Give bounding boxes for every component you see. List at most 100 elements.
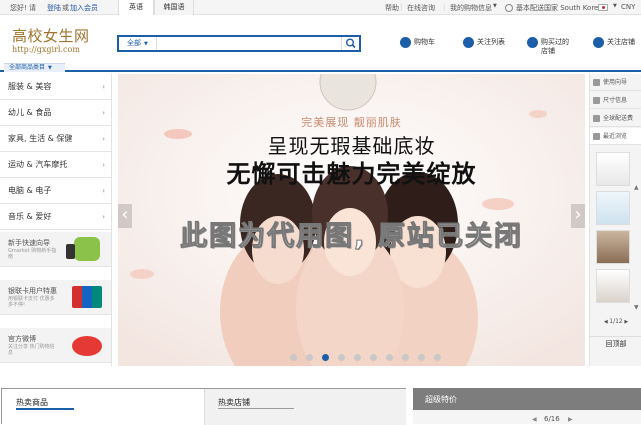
search-button[interactable] <box>341 37 359 50</box>
online-consult-link[interactable]: 在线咨询 <box>407 3 435 13</box>
speaker-icon <box>593 79 600 86</box>
tab-english-label: 英语 <box>129 3 143 11</box>
tab-english[interactable]: 英语 <box>118 0 154 15</box>
carousel-dot[interactable] <box>338 354 345 361</box>
plane-icon <box>593 115 600 122</box>
category-label: 家具, 生活 & 保健 <box>8 134 73 143</box>
or-text: 或 <box>62 4 69 12</box>
join-link[interactable]: 加入会员 <box>70 3 98 13</box>
category-label: 音乐 & 爱好 <box>8 212 52 221</box>
chevron-down-icon: ▼ <box>493 3 497 9</box>
scroll-up-icon[interactable]: ▲ <box>634 184 639 191</box>
promo-weibo[interactable]: 官方微博 关注分享 热门购物信息 <box>0 328 111 363</box>
tab-korean[interactable]: 韩国语 <box>154 0 194 15</box>
usage-guide-label: 使用向导 <box>603 79 628 86</box>
base-country-selector[interactable]: 基本配送国家 South Korea <box>516 3 603 13</box>
chevron-right-icon: › <box>102 161 105 169</box>
currency-selector[interactable]: CNY <box>621 3 635 11</box>
search-category-select[interactable]: 全部 ▼ <box>119 37 157 50</box>
global-shipping-label: 全球配送费 <box>603 115 634 122</box>
top-bar: 您好! 请 登陆 或 加入会员 英语 韩国语 帮助 | 在线咨询 | 我的购物信… <box>0 0 641 15</box>
super-special-pager: 6/16 <box>544 415 560 423</box>
separator: | <box>400 3 403 11</box>
global-shipping-link[interactable]: 全球配送费 <box>590 110 641 127</box>
recent-product-thumb[interactable] <box>596 269 630 303</box>
promo-subtitle: Gmarket 购物新手指南 <box>8 248 57 260</box>
carousel-dot[interactable] <box>418 354 425 361</box>
chevron-right-icon: › <box>102 135 105 143</box>
chevron-right-icon: › <box>102 213 105 221</box>
store-icon <box>527 37 538 48</box>
promo-unionpay[interactable]: 银联卡用户特惠 用银联卡支付 优惠多多不停! <box>0 280 111 315</box>
all-categories-label: 全部商品类目 <box>9 64 46 71</box>
chevron-right-icon: › <box>574 204 582 225</box>
category-item[interactable]: 运动 & 汽车摩托 › <box>0 152 111 178</box>
star-icon <box>593 37 604 48</box>
hot-stores-tab[interactable]: 热卖店铺 <box>218 397 250 408</box>
banner-next-button[interactable]: › <box>571 204 585 228</box>
cart-icon <box>400 37 411 48</box>
search-input[interactable] <box>159 37 339 50</box>
promo-subtitle: 关注分享 热门购物信息 <box>8 344 55 356</box>
carousel-dot[interactable] <box>434 354 441 361</box>
promo-title: 银联卡用户特惠 <box>8 287 57 295</box>
carousel-dot[interactable] <box>306 354 313 361</box>
category-item[interactable]: 电脑 & 电子 › <box>0 178 111 204</box>
chevron-right-icon: › <box>102 187 105 195</box>
scroll-down-icon[interactable]: ▼ <box>634 304 639 311</box>
hot-products-tab[interactable]: 热卖商品 <box>16 397 48 408</box>
my-shopping-link[interactable]: 我的购物信息 <box>450 3 492 13</box>
search-bar: 全部 ▼ <box>117 35 361 52</box>
category-item[interactable]: 服装 & 美容 › <box>0 74 111 100</box>
usage-guide-link[interactable]: 使用向导 <box>590 74 641 91</box>
watchlist-label: 关注列表 <box>477 38 505 46</box>
recent-product-thumb[interactable] <box>596 230 630 264</box>
mascot-icon <box>74 237 100 261</box>
recent-product-thumb[interactable] <box>596 191 630 225</box>
chevron-right-icon[interactable]: ▶ <box>623 319 628 325</box>
banner-prev-button[interactable]: ‹ <box>118 204 132 228</box>
all-categories-button[interactable]: 全部商品类目 ▼ <box>4 63 65 72</box>
promo-title: 官方微博 <box>8 335 36 343</box>
site-logo[interactable]: 高校女生网 http://gxgirl.com <box>12 28 90 55</box>
logo-title: 高校女生网 <box>12 27 90 45</box>
hot-products-underline <box>16 408 74 410</box>
followed-stores-link[interactable]: 关注店铺 <box>593 36 639 56</box>
banner-tagline: 完美展现 靓丽肌肤 <box>301 116 402 129</box>
purchased-stores-link[interactable]: 购买过的店铺 <box>527 36 571 56</box>
carousel-dot[interactable] <box>322 354 329 361</box>
recent-product-thumb[interactable] <box>596 152 630 186</box>
category-item[interactable]: 幼儿 & 食品 › <box>0 100 111 126</box>
recently-viewed-label: 最近浏览 <box>603 133 628 140</box>
category-label: 幼儿 & 食品 <box>8 108 52 117</box>
super-special-next[interactable]: ▶ <box>568 416 573 423</box>
purchased-stores-label: 购买过的店铺 <box>541 38 569 55</box>
pager-text: 1/12 <box>609 318 623 325</box>
category-item[interactable]: 音乐 & 爱好 › <box>0 204 111 230</box>
help-link[interactable]: 帮助 <box>385 3 399 13</box>
back-to-top-button[interactable]: 回顶部 <box>590 336 641 350</box>
search-category-label: 全部 <box>127 39 141 47</box>
hero-banner[interactable]: 完美展现 靓丽肌肤 呈现无瑕基础底妆 无懈可击魅力完美绽放 此图为代用图, 原站… <box>118 74 585 366</box>
weibo-logo-icon <box>72 336 102 356</box>
watchlist-link[interactable]: 关注列表 <box>463 36 513 56</box>
hot-section-panel: 热卖商品 热卖店铺 <box>1 388 406 425</box>
super-special-prev[interactable]: ◀ <box>532 416 537 423</box>
chevron-down-icon: ▼ <box>144 41 148 47</box>
carousel-dot[interactable] <box>386 354 393 361</box>
banner-subheadline: 无懈可击魅力完美绽放 <box>226 160 477 188</box>
carousel-dot[interactable] <box>354 354 361 361</box>
promo-subtitle: 用银联卡支付 优惠多多不停! <box>8 296 55 308</box>
promo-guide[interactable]: 新手快速向导 Gmarket 购物新手指南 <box>0 232 111 267</box>
bottom-section: 热卖商品 热卖店铺 超级特价 ◀ 6/16 ▶ <box>0 388 641 425</box>
carousel-dot[interactable] <box>402 354 409 361</box>
carousel-dot[interactable] <box>290 354 297 361</box>
carousel-dot[interactable] <box>370 354 377 361</box>
size-info-link[interactable]: 尺寸信息 <box>590 92 641 109</box>
logo-url: http://gxgirl.com <box>12 45 80 54</box>
login-link[interactable]: 登陆 <box>47 3 61 13</box>
greeting-text: 您好! 请 <box>10 4 37 12</box>
category-item[interactable]: 家具, 生活 & 保健 › <box>0 126 111 152</box>
phone-icon <box>66 244 75 259</box>
cart-link[interactable]: 购物车 <box>400 36 440 56</box>
